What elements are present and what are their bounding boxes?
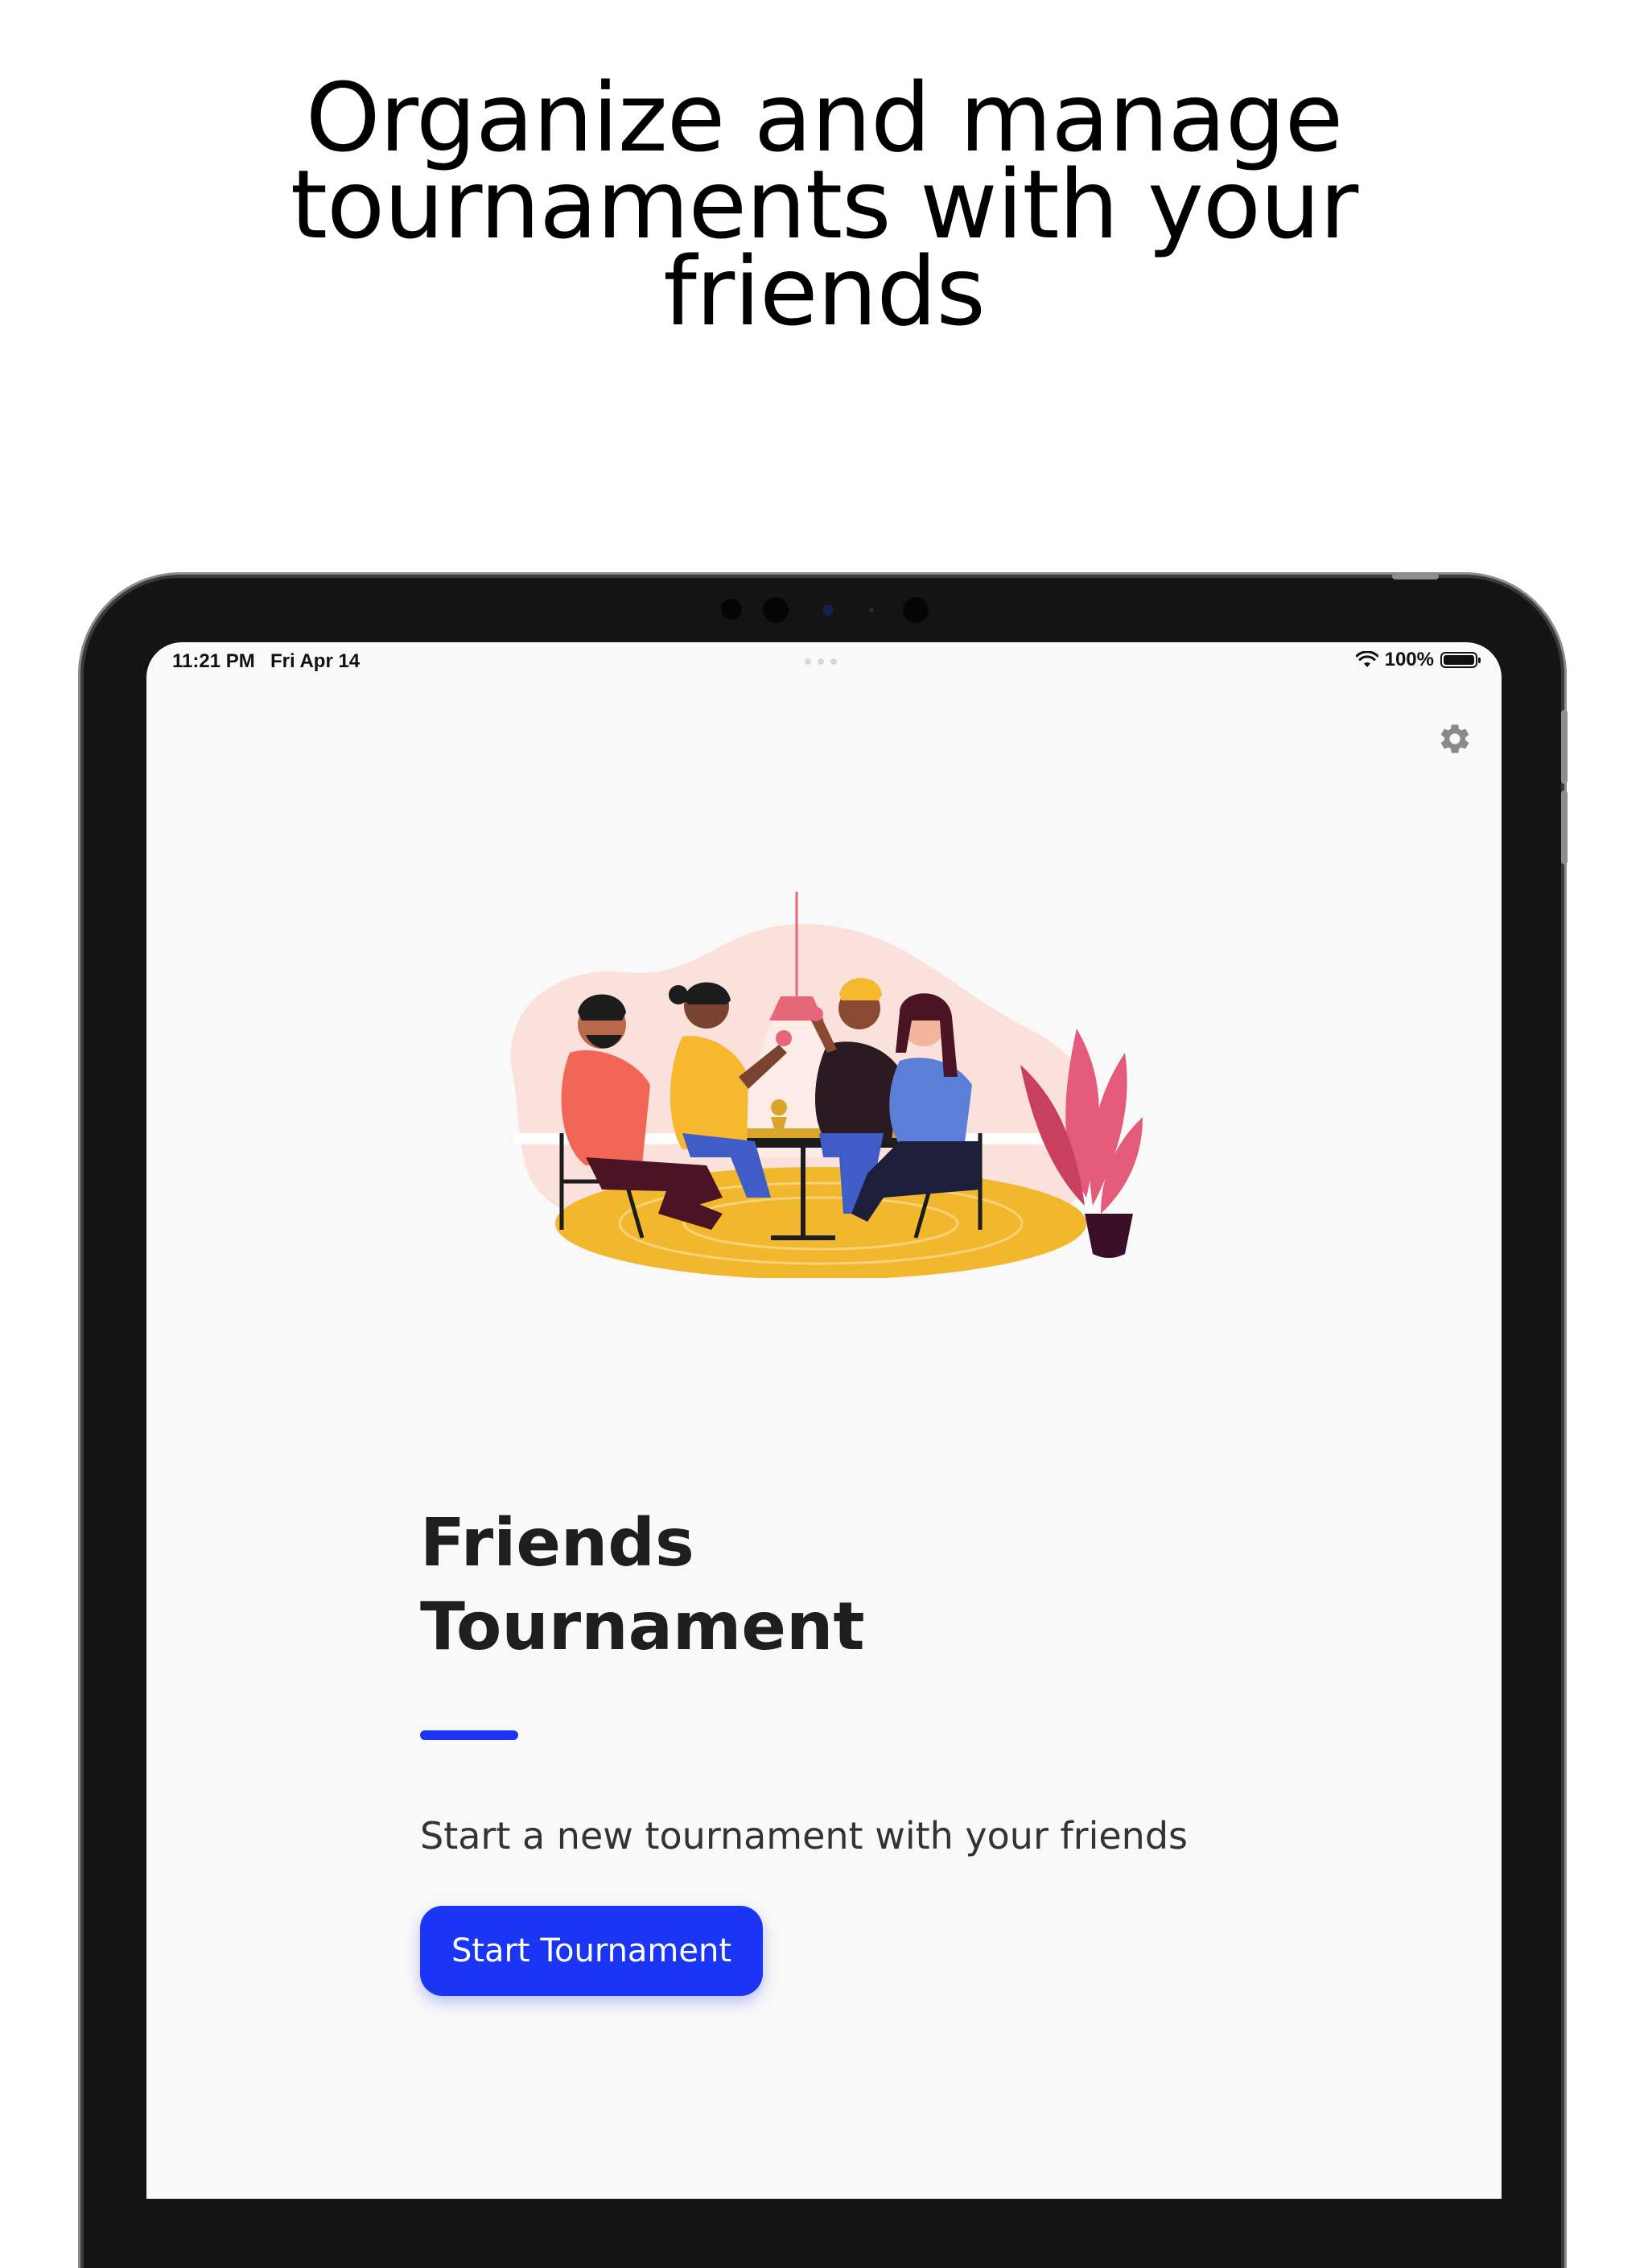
plant-pot: [1085, 1214, 1133, 1258]
gear-icon[interactable]: [1437, 721, 1473, 757]
page-title: Friends Tournament: [420, 1502, 865, 1669]
status-date: Fri Apr 14: [270, 650, 360, 672]
camera-sensor-icon: [869, 608, 874, 612]
title-accent-divider: [420, 1730, 518, 1740]
friends-playing-board-game-illustration: [510, 892, 1143, 1278]
battery-percentage: 100%: [1384, 649, 1434, 670]
camera-sensor-icon: [763, 597, 789, 623]
tablet-volume-up-button: [1561, 710, 1568, 784]
battery-icon: [1440, 652, 1481, 668]
multitasking-dots-icon[interactable]: [805, 658, 837, 665]
camera-lens-icon: [822, 604, 834, 616]
camera-sensor-icon: [721, 599, 742, 620]
page-subtitle: Start a new tournament with your friends: [420, 1814, 1188, 1858]
wifi-icon: [1355, 651, 1378, 667]
app-screen: 11:21 PM Fri Apr 14 100% Friends Tournam…: [146, 642, 1502, 2199]
status-bar: 11:21 PM Fri Apr 14 100%: [146, 642, 1502, 681]
page-title-line-1: Friends: [420, 1505, 694, 1581]
status-indicators: 100%: [1355, 649, 1481, 671]
camera-sensor-icon: [903, 597, 929, 623]
headline-line-1: Organize and manage: [305, 62, 1344, 173]
tablet-volume-down-button: [1561, 790, 1568, 864]
marketing-headline: Organize and manage tournaments with you…: [0, 62, 1648, 347]
tablet-top-button: [1392, 573, 1439, 579]
headline-line-3: friends: [663, 236, 986, 347]
start-tournament-button[interactable]: Start Tournament: [420, 1906, 763, 1996]
headline-line-2: tournaments with your: [290, 149, 1359, 260]
status-time: 11:21 PM: [172, 650, 255, 672]
page-title-line-2: Tournament: [420, 1589, 865, 1665]
